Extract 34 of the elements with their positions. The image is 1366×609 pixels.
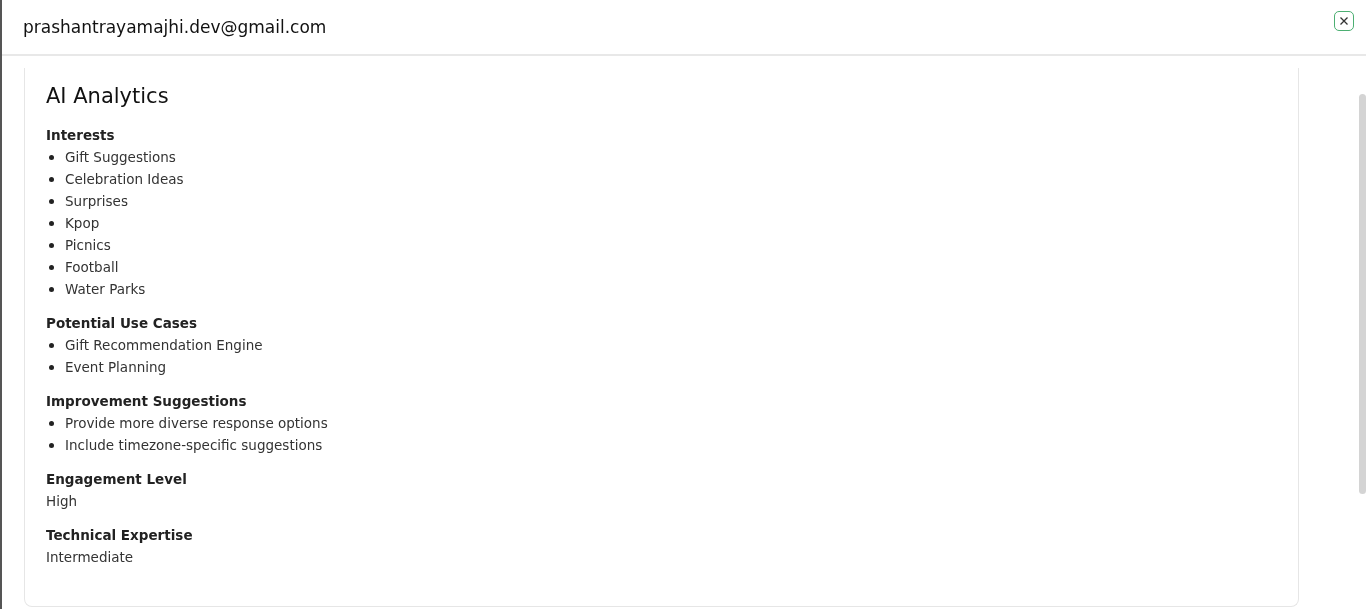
- section-heading: Improvement Suggestions: [46, 392, 248, 410]
- bullet-icon: [49, 242, 54, 248]
- list-item: Gift Recommendation Engine: [65, 336, 263, 355]
- bullet-icon: [49, 364, 54, 370]
- section-heading: Potential Use Cases: [46, 314, 198, 332]
- section-heading: Engagement Level: [46, 470, 188, 488]
- bullet-icon: [49, 198, 54, 204]
- bullet-icon: [49, 420, 54, 426]
- list-item: Football: [65, 258, 119, 277]
- bullet-icon: [49, 286, 54, 292]
- bullet-icon: [49, 442, 54, 448]
- list-item: Include timezone-specific suggestions: [65, 436, 323, 455]
- close-button[interactable]: [1334, 11, 1354, 31]
- list-item: Celebration Ideas: [65, 170, 184, 189]
- list-item: Surprises: [65, 192, 128, 211]
- list-item: Event Planning: [65, 358, 167, 377]
- list-item: Picnics: [65, 236, 111, 255]
- bullet-icon: [49, 264, 54, 270]
- card-title: AI Analytics: [46, 84, 170, 108]
- section-heading: Technical Expertise: [46, 526, 194, 544]
- list-item: Kpop: [65, 214, 100, 233]
- list-item: Provide more diverse response options: [65, 414, 328, 433]
- section-heading: Interests: [46, 126, 116, 144]
- section-value: Intermediate: [46, 549, 134, 565]
- bullet-icon: [49, 342, 54, 348]
- close-icon: [1339, 16, 1349, 26]
- list-item: Gift Suggestions: [65, 148, 176, 167]
- list-item: Water Parks: [65, 280, 146, 299]
- bullet-icon: [49, 176, 54, 182]
- section-value: High: [46, 493, 78, 509]
- dialog-title: prashantrayamajhi.dev@gmail.com: [23, 17, 327, 37]
- scrollbar[interactable]: [1359, 94, 1366, 494]
- bullet-icon: [49, 154, 54, 160]
- bullet-icon: [49, 220, 54, 226]
